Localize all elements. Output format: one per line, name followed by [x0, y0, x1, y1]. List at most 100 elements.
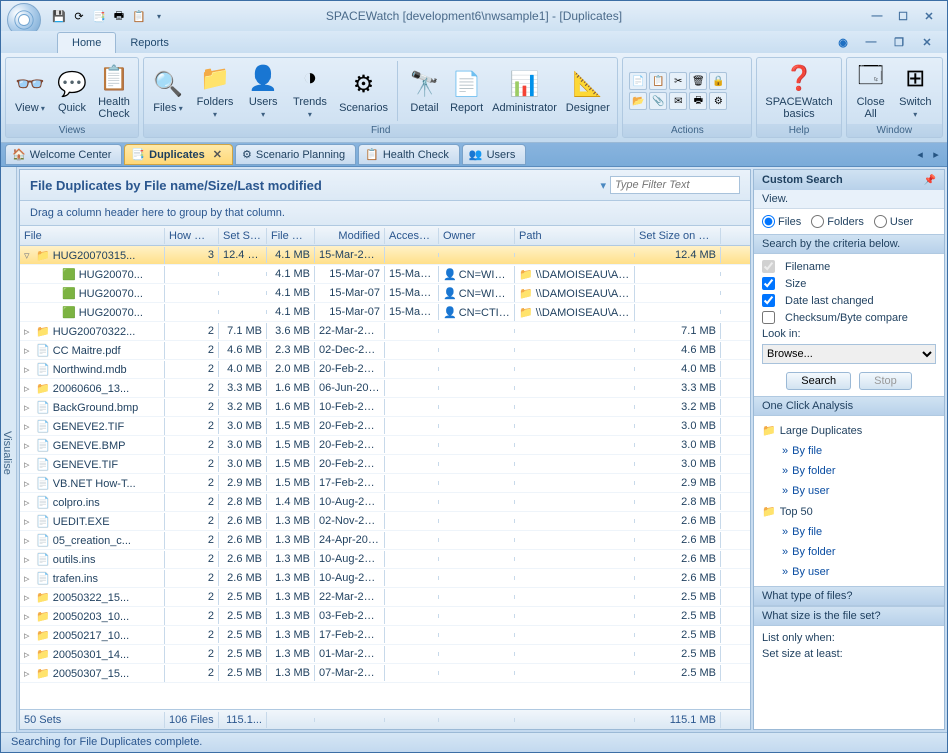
- tree-top50-byfolder[interactable]: By folder: [762, 544, 936, 560]
- table-row[interactable]: ▹📄GENEVE.TIF23.0 MB1.5 MB20-Feb-20073.0 …: [20, 455, 750, 474]
- funnel-icon[interactable]: ▾: [600, 179, 606, 192]
- table-row[interactable]: ▹📄Northwind.mdb24.0 MB2.0 MB20-Feb-20074…: [20, 360, 750, 379]
- table-row[interactable]: ▹📄BackGround.bmp23.2 MB1.6 MB10-Feb-2005…: [20, 398, 750, 417]
- view-button[interactable]: 👓 View: [10, 66, 50, 116]
- save-icon[interactable]: 💾: [51, 8, 67, 24]
- action-btn-10[interactable]: ⚙: [709, 92, 727, 110]
- action-btn-3[interactable]: ✂: [669, 72, 687, 90]
- tab-nav-left[interactable]: ◂: [913, 148, 927, 162]
- expand-icon[interactable]: ▹: [24, 572, 34, 585]
- chk-checksum[interactable]: Checksum/Byte compare: [762, 311, 936, 324]
- table-row[interactable]: ▹📄GENEVE2.TIF23.0 MB1.5 MB20-Feb-20073.0…: [20, 417, 750, 436]
- chk-date[interactable]: Date last changed: [762, 294, 936, 307]
- close-icon[interactable]: ✕: [213, 148, 222, 161]
- switch-button[interactable]: ⊞Switch: [893, 60, 938, 122]
- table-row[interactable]: ▹📁20050307_15...22.5 MB1.3 MB07-Mar-2005…: [20, 664, 750, 683]
- copy-icon[interactable]: 📋: [131, 8, 147, 24]
- health-check-button[interactable]: 📋 Health Check: [94, 60, 134, 122]
- pushpin-icon[interactable]: 📌: [924, 175, 936, 186]
- expand-icon[interactable]: ▹: [24, 591, 34, 604]
- table-row[interactable]: ▹📁20060606_13...23.3 MB1.6 MB06-Jun-2006…: [20, 379, 750, 398]
- expand-icon[interactable]: ▹: [24, 382, 34, 395]
- qat-dropdown[interactable]: ▾: [151, 8, 167, 24]
- expand-icon[interactable]: ▹: [24, 325, 34, 338]
- table-row[interactable]: ▹📄trafen.ins22.6 MB1.3 MB10-Aug-20062.6 …: [20, 569, 750, 588]
- whattype-title[interactable]: What type of files?: [754, 586, 944, 606]
- doc-tab-welcome[interactable]: 🏠Welcome Center: [5, 144, 122, 165]
- action-btn-1[interactable]: 📄: [629, 72, 647, 90]
- radio-user[interactable]: User: [874, 215, 913, 228]
- administrator-button[interactable]: 📊Administrator: [489, 66, 560, 116]
- print-icon[interactable]: 🖶: [111, 8, 127, 24]
- filter-input[interactable]: [610, 176, 740, 194]
- table-row[interactable]: ▹📁20050301_14...22.5 MB1.3 MB01-Mar-2005…: [20, 645, 750, 664]
- chk-size[interactable]: Size: [762, 277, 936, 290]
- users-button[interactable]: 👤Users: [242, 60, 284, 122]
- visualise-collapsed-panel[interactable]: Visualise: [1, 167, 17, 732]
- action-btn-7[interactable]: 📎: [649, 92, 667, 110]
- radio-files[interactable]: Files: [762, 215, 801, 228]
- action-btn-4[interactable]: 🗑: [689, 72, 707, 90]
- mdi-minimize-button[interactable]: —: [859, 34, 883, 50]
- table-row[interactable]: ▹📁20050217_10...22.5 MB1.3 MB17-Feb-2005…: [20, 626, 750, 645]
- files-button[interactable]: 🔍Files: [148, 66, 188, 116]
- table-row[interactable]: ▹📁20050322_15...22.5 MB1.3 MB22-Mar-2005…: [20, 588, 750, 607]
- expand-icon[interactable]: ▹: [24, 363, 34, 376]
- expand-icon[interactable]: ▹: [24, 401, 34, 414]
- basics-button[interactable]: ❓SPACEWatch basics: [761, 60, 836, 122]
- tree-large-byuser[interactable]: By user: [762, 483, 936, 499]
- expand-icon[interactable]: ▹: [24, 667, 34, 680]
- report-button[interactable]: 📄Report: [446, 66, 486, 116]
- table-row[interactable]: ▹📄outils.ins22.6 MB1.3 MB10-Aug-20062.6 …: [20, 550, 750, 569]
- expand-icon[interactable]: ▹: [24, 515, 34, 528]
- doc-tab-health[interactable]: 📋Health Check: [358, 144, 460, 165]
- col-path[interactable]: Path: [515, 228, 635, 244]
- expand-icon[interactable]: ▹: [24, 420, 34, 433]
- table-row[interactable]: 🟩HUG20070...4.1 MB15-Mar-0715-Mar-07👤CN=…: [20, 284, 750, 303]
- col-setdisk[interactable]: Set Size on Disk: [635, 228, 721, 244]
- col-setsize[interactable]: Set Size: [219, 228, 267, 244]
- table-row[interactable]: ▹📄05_creation_c...22.6 MB1.3 MB24-Apr-20…: [20, 531, 750, 550]
- expand-icon[interactable]: ▹: [24, 344, 34, 357]
- table-row[interactable]: ▹📄UEDIT.EXE22.6 MB1.3 MB02-Nov-20062.6 M…: [20, 512, 750, 531]
- col-file[interactable]: File: [20, 228, 165, 244]
- table-row[interactable]: ▹📄GENEVE.BMP23.0 MB1.5 MB20-Feb-20073.0 …: [20, 436, 750, 455]
- detail-button[interactable]: 🔭Detail: [404, 66, 444, 116]
- designer-button[interactable]: 📐Designer: [562, 66, 613, 116]
- action-btn-2[interactable]: 📋: [649, 72, 667, 90]
- tree-large-duplicates[interactable]: 📁 Large Duplicates: [762, 422, 936, 439]
- doc-tab-duplicates[interactable]: 📑Duplicates✕: [124, 144, 233, 165]
- col-filesize[interactable]: File Size: [267, 228, 315, 244]
- expand-icon[interactable]: ▹: [24, 496, 34, 509]
- action-btn-5[interactable]: 🔒: [709, 72, 727, 90]
- tree-top50[interactable]: 📁 Top 50: [762, 503, 936, 520]
- table-row[interactable]: 🟩HUG20070...4.1 MB15-Mar-0715-Mar-07👤CN=…: [20, 265, 750, 284]
- action-btn-6[interactable]: 📂: [629, 92, 647, 110]
- maximize-button[interactable]: ☐: [891, 8, 915, 24]
- table-row[interactable]: ▹📁HUG20070322...27.1 MB3.6 MB22-Mar-2007…: [20, 322, 750, 341]
- quick-button[interactable]: 💬 Quick: [52, 66, 92, 116]
- expand-icon[interactable]: ▹: [24, 439, 34, 452]
- tab-nav-right[interactable]: ▸: [929, 148, 943, 162]
- doc-tab-users[interactable]: 👥Users: [462, 144, 526, 165]
- tab-home[interactable]: Home: [57, 32, 116, 53]
- mdi-restore-button[interactable]: ❐: [887, 34, 911, 50]
- expand-icon[interactable]: ▿: [24, 249, 34, 262]
- lookin-select[interactable]: Browse...: [762, 344, 936, 364]
- whatsize-title[interactable]: What size is the file set?: [754, 606, 944, 626]
- action-btn-9[interactable]: 🖶: [689, 92, 707, 110]
- table-row[interactable]: ▹📄CC Maitre.pdf24.6 MB2.3 MB02-Dec-20044…: [20, 341, 750, 360]
- expand-icon[interactable]: ▹: [24, 610, 34, 623]
- tree-large-byfolder[interactable]: By folder: [762, 463, 936, 479]
- grid-body[interactable]: ▿📁HUG20070315...312.4 MB4.1 MB15-Mar-200…: [20, 246, 750, 709]
- tab-reports[interactable]: Reports: [116, 33, 183, 53]
- expand-icon[interactable]: ▹: [24, 629, 34, 642]
- table-row[interactable]: ▹📁20050203_10...22.5 MB1.3 MB03-Feb-2005…: [20, 607, 750, 626]
- doc-tab-scenario[interactable]: ⚙Scenario Planning: [235, 144, 356, 165]
- expand-icon[interactable]: ▹: [24, 534, 34, 547]
- tree-top50-byuser[interactable]: By user: [762, 564, 936, 580]
- trends-button[interactable]: ◑Trends: [286, 60, 333, 122]
- col-modified[interactable]: Modified: [315, 228, 385, 244]
- tree-top50-byfile[interactable]: By file: [762, 524, 936, 540]
- radio-folders[interactable]: Folders: [811, 215, 864, 228]
